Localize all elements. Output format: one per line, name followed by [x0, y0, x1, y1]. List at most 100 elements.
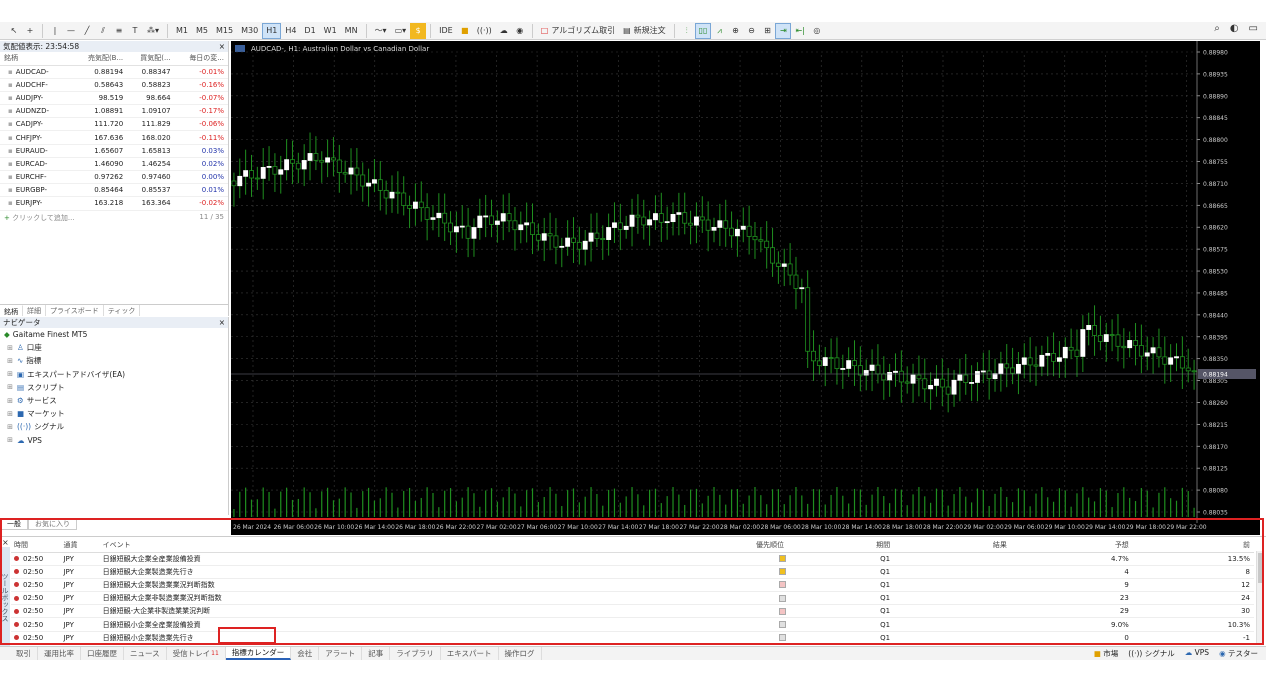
market-watch-tab[interactable]: プライスボード	[46, 305, 104, 316]
market-watch-column-header[interactable]: 売気配(B...	[73, 52, 128, 66]
toolbox-tab[interactable]: ニュース	[124, 647, 167, 660]
market-watch-add-row[interactable]: + クリックして追加... 11 / 35	[0, 211, 228, 225]
search-icon[interactable]: ⌕	[1214, 23, 1220, 34]
crosshair-icon[interactable]: +	[22, 23, 38, 39]
timeframe-h1-button[interactable]: H1	[262, 22, 282, 39]
market-watch-row[interactable]: ▪ EURAUD- 1.65607 1.65813 0.03%	[0, 144, 228, 158]
expand-icon[interactable]: ⊞	[6, 410, 14, 418]
market-watch-row[interactable]: ▪ AUDNZD- 1.08891 1.09107 -0.17%	[0, 104, 228, 119]
calendar-column-header[interactable]: 予想	[1010, 539, 1133, 553]
calendar-column-header[interactable]: イベント	[99, 539, 754, 553]
navigator-item[interactable]: ⊞ ▣ エキスパートアドバイザ(EA)	[0, 368, 228, 381]
chart-shift-icon[interactable]: ⇤|	[791, 23, 808, 39]
navigator-item[interactable]: ⊞ ∿ 指標	[0, 354, 228, 367]
calendar-row[interactable]: 02:50 JPY 日銀短観大企業非製造業業況判断指数 Q1 23 24	[11, 591, 1254, 606]
calendar-column-header[interactable]: 期間	[806, 539, 895, 553]
text-icon[interactable]: T	[127, 23, 143, 39]
navigator-item[interactable]: ⊞ ☁ VPS	[0, 434, 228, 447]
navigator-item[interactable]: ⊞ ▤ スクリプト	[0, 381, 228, 394]
trendline-icon[interactable]: ╱	[79, 23, 95, 39]
toolbox-tab[interactable]: 操作ログ	[499, 647, 542, 660]
scrollbar-thumb[interactable]	[1258, 553, 1264, 583]
toolbox-tab[interactable]: 指標カレンダー	[225, 647, 292, 660]
toolbox-tab[interactable]: アラート	[319, 647, 363, 660]
expand-icon[interactable]: ⊞	[6, 436, 14, 444]
navigator-tab[interactable]: 一般	[0, 518, 28, 530]
new-order-button[interactable]: ▤ 新規注文	[619, 23, 670, 39]
toolbox-tab[interactable]: エキスパート	[441, 647, 499, 660]
timeframe-mn-button[interactable]: MN	[341, 23, 362, 39]
expand-icon[interactable]: ⊞	[6, 370, 14, 378]
calendar-row[interactable]: 02:50 JPY 日銀短観大企業全産業設備投資 Q1 4.7% 13.5%	[11, 552, 1254, 566]
indicator-icon[interactable]: 〜▾	[371, 23, 391, 39]
toolbox-tab[interactable]: 受信トレイ 11	[167, 647, 226, 660]
screenshot-icon[interactable]: ◎	[809, 23, 825, 39]
calendar-row[interactable]: 02:50 JPY 日銀短観大企業製造業先行き Q1 4 8	[11, 565, 1254, 579]
market-link[interactable]: ■ 市場	[1094, 648, 1118, 659]
timeframe-m1-button[interactable]: M1	[172, 23, 192, 39]
account-icon[interactable]: ▭	[1249, 23, 1258, 34]
cursor-icon[interactable]: ↖	[6, 23, 22, 39]
toolbox-tab[interactable]: 運用比率	[38, 647, 81, 660]
shapes-icon[interactable]: ⁂▾	[143, 23, 163, 39]
vps-link[interactable]: ☁ VPS	[1185, 648, 1209, 659]
calendar-column-header[interactable]: 優先順位	[753, 539, 807, 553]
tester-link[interactable]: ◉ テスター	[1219, 648, 1258, 659]
navigator-tab[interactable]: お気に入り	[28, 518, 77, 530]
zoom-in-icon[interactable]: ⊕	[727, 23, 743, 39]
zoom-out-icon[interactable]: ⊖	[743, 23, 759, 39]
market-watch-tab[interactable]: ティック	[104, 305, 141, 316]
price-chart[interactable]: AUDCAD-, H1: Australian Dollar vs Canadi…	[231, 41, 1260, 535]
navigator-item[interactable]: ⊞ ■ マーケット	[0, 407, 228, 420]
calendar-row[interactable]: 02:50 JPY 日銀短観小企業製造業先行き Q1 0 -1	[11, 631, 1254, 645]
horizontal-line-icon[interactable]: —	[63, 23, 79, 39]
market-watch-row[interactable]: ▪ AUDJPY- 98.519 98.664 -0.07%	[0, 91, 228, 106]
market-watch-row[interactable]: ▪ AUDCHF- 0.58643 0.58823 -0.16%	[0, 78, 228, 92]
globe-icon[interactable]: ◉	[512, 23, 528, 39]
vertical-line-icon[interactable]: |	[47, 23, 63, 39]
market-watch-row[interactable]: ▪ EURGBP- 0.85464 0.85537 0.01%	[0, 183, 228, 198]
timeframe-w1-button[interactable]: W1	[320, 23, 341, 39]
toolbox-tab[interactable]: 口座履歴	[81, 647, 124, 660]
signals-link[interactable]: ((·)) シグナル	[1128, 648, 1174, 659]
market-watch-column-header[interactable]: 銘柄	[0, 52, 74, 66]
navigator-item[interactable]: ⊞ ♙ 口座	[0, 341, 228, 354]
toolbox-tab[interactable]: 取引	[10, 647, 38, 660]
fibonacci-icon[interactable]: ≡	[111, 23, 127, 39]
market-watch-tab[interactable]: 銘柄	[0, 305, 23, 316]
bar-chart-icon[interactable]: ⫶	[679, 23, 695, 39]
timeframe-h4-button[interactable]: H4	[281, 23, 300, 39]
notifications-icon[interactable]: ◐	[1230, 23, 1239, 34]
timeframe-m15-button[interactable]: M15	[212, 23, 237, 39]
algo-trading-button[interactable]: □ アルゴリズム取引	[537, 23, 619, 39]
market-watch-row[interactable]: ▪ EURCAD- 1.46090 1.46254 0.02%	[0, 157, 228, 172]
candle-chart-icon[interactable]: ▯▯	[694, 22, 712, 39]
market-watch-row[interactable]: ▪ EURJPY- 163.218 163.364 -0.02%	[0, 196, 228, 211]
grid-icon[interactable]: ⊞	[759, 23, 775, 39]
template-icon[interactable]: ▭▾	[391, 23, 411, 39]
market-watch-column-header[interactable]: 毎日の変...	[174, 52, 228, 66]
market-watch-column-header[interactable]: 買気配(...	[127, 52, 175, 66]
close-icon[interactable]: ×	[219, 317, 228, 328]
market-watch-row[interactable]: ▪ AUDCAD- 0.88194 0.88347 -0.01%	[0, 65, 228, 79]
chart-canvas[interactable]: AUDCAD-, H1: Australian Dollar vs Canadi…	[231, 41, 1260, 535]
toolbox-tab[interactable]: ライブラリ	[390, 647, 441, 660]
expand-icon[interactable]: ⊞	[6, 344, 14, 352]
calendar-row[interactable]: 02:50 JPY 日銀短観大企業製造業業況判断指数 Q1 9 12	[11, 578, 1254, 593]
toolbox-tab[interactable]: 会社	[291, 647, 320, 660]
navigator-item[interactable]: ⊞ ((·)) シグナル	[0, 420, 228, 433]
calendar-column-header[interactable]: 通貨	[60, 539, 100, 553]
market-watch-tab[interactable]: 詳細	[23, 305, 46, 316]
signal-icon[interactable]: ((·))	[473, 23, 496, 39]
calendar-column-header[interactable]: 時間	[11, 539, 61, 553]
dollar-icon[interactable]: $	[410, 22, 427, 39]
toolbox-tab[interactable]: 記事	[362, 647, 391, 660]
calendar-scrollbar[interactable]	[1256, 551, 1264, 645]
autoscroll-icon[interactable]: ⇥	[775, 22, 792, 39]
market-watch-row[interactable]: ▪ EURCHF- 0.97262 0.97460 0.00%	[0, 170, 228, 185]
cloud-icon[interactable]: ☁	[496, 23, 512, 39]
expand-icon[interactable]: ⊞	[6, 357, 14, 365]
calendar-row[interactable]: 02:50 JPY 日銀短観小企業全産業設備投資 Q1 9.0% 10.3%	[11, 617, 1254, 632]
timeframe-m5-button[interactable]: M5	[192, 23, 212, 39]
market-watch-row[interactable]: ▪ CADJPY- 111.720 111.829 -0.06%	[0, 117, 228, 132]
